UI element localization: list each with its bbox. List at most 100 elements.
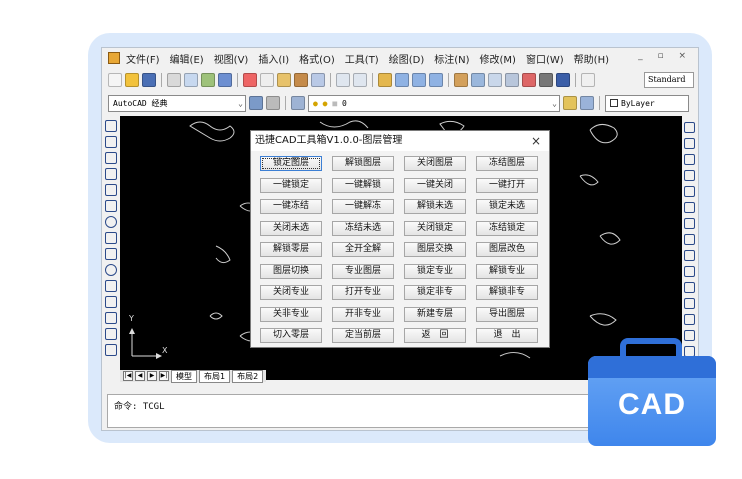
construction-line-icon[interactable] bbox=[105, 136, 117, 148]
set-current-layer-button[interactable]: 定当前层 bbox=[332, 328, 394, 343]
tab-next-button[interactable]: ▶ bbox=[147, 371, 157, 381]
unlock-zero-layer-button[interactable]: 解锁零层 bbox=[260, 242, 322, 257]
menu-help[interactable]: 帮助(H) bbox=[574, 51, 609, 66]
make-block-icon[interactable] bbox=[105, 312, 117, 324]
open-unlock-all-button[interactable]: 全开全解 bbox=[332, 242, 394, 257]
workspace-save-icon[interactable] bbox=[266, 96, 280, 110]
block-editor-icon[interactable] bbox=[311, 73, 325, 87]
text-style-icon[interactable] bbox=[581, 73, 595, 87]
menu-window[interactable]: 窗口(W) bbox=[526, 51, 564, 66]
layer-combo[interactable]: ● ● ■ 0 ⌄ bbox=[308, 94, 560, 112]
move-icon[interactable] bbox=[683, 202, 695, 213]
unlock-unselected-button[interactable]: 解锁未选 bbox=[404, 199, 466, 214]
layer-manager-icon[interactable] bbox=[291, 96, 305, 110]
menu-view[interactable]: 视图(V) bbox=[214, 51, 249, 66]
save-icon[interactable] bbox=[142, 73, 156, 87]
close-locked-button[interactable]: 关闭锁定 bbox=[404, 220, 466, 236]
break-icon[interactable] bbox=[683, 298, 695, 309]
menu-format[interactable]: 格式(O) bbox=[299, 51, 335, 66]
zoom-realtime-icon[interactable] bbox=[395, 73, 409, 87]
new-discipline-layer-button[interactable]: 新建专层 bbox=[404, 306, 466, 322]
tab-layout2[interactable]: 布局2 bbox=[232, 369, 264, 383]
switch-layer-button[interactable]: 图层切换 bbox=[260, 263, 322, 279]
lock-unselected-button[interactable]: 锁定未选 bbox=[476, 199, 538, 214]
menu-modify[interactable]: 修改(M) bbox=[480, 51, 516, 66]
menu-tools[interactable]: 工具(T) bbox=[345, 51, 379, 66]
extend-icon[interactable] bbox=[683, 282, 695, 293]
make-current-icon[interactable] bbox=[563, 96, 577, 110]
tab-model[interactable]: 模型 bbox=[171, 369, 197, 383]
switch-to-zero-layer-button[interactable]: 切入零层 bbox=[260, 328, 322, 343]
properties-icon[interactable] bbox=[454, 73, 468, 87]
thaw-all-button[interactable]: 一键解冻 bbox=[332, 199, 394, 214]
tab-layout1[interactable]: 布局1 bbox=[199, 369, 231, 383]
redo-icon[interactable] bbox=[353, 73, 367, 87]
close-icon[interactable]: × bbox=[531, 131, 541, 151]
zoom-previous-icon[interactable] bbox=[429, 73, 443, 87]
ellipse-icon[interactable] bbox=[105, 264, 117, 276]
close-non-discipline-button[interactable]: 关非专业 bbox=[260, 306, 322, 322]
design-center-icon[interactable] bbox=[471, 73, 485, 87]
tab-last-button[interactable]: ▶| bbox=[159, 371, 169, 381]
open-discipline-button[interactable]: 打开专业 bbox=[332, 285, 394, 300]
freeze-unselected-button[interactable]: 冻结未选 bbox=[332, 220, 394, 236]
polyline-icon[interactable] bbox=[105, 152, 117, 164]
close-unselected-button[interactable]: 关闭未选 bbox=[260, 220, 322, 236]
discipline-layer-button[interactable]: 专业图层 bbox=[332, 263, 394, 279]
match-properties-icon[interactable] bbox=[294, 73, 308, 87]
unlock-discipline-button[interactable]: 解锁专业 bbox=[476, 263, 538, 279]
menu-edit[interactable]: 编辑(E) bbox=[170, 51, 204, 66]
menu-file[interactable]: 文件(F) bbox=[126, 51, 160, 66]
rotate-icon[interactable] bbox=[683, 218, 695, 229]
mirror-icon[interactable] bbox=[683, 154, 695, 165]
linetype-combo[interactable]: ByLayer bbox=[605, 94, 689, 112]
copy-icon[interactable] bbox=[260, 73, 274, 87]
markup-icon[interactable] bbox=[522, 73, 536, 87]
open-all-button[interactable]: 一键打开 bbox=[476, 177, 538, 193]
layer-previous-icon[interactable] bbox=[580, 96, 594, 110]
exit-button[interactable]: 退 出 bbox=[476, 328, 538, 343]
stretch-icon[interactable] bbox=[683, 250, 695, 261]
tab-first-button[interactable]: |◀ bbox=[123, 371, 133, 381]
workspace-settings-icon[interactable] bbox=[249, 96, 263, 110]
point-icon[interactable] bbox=[105, 328, 117, 340]
cut-icon[interactable] bbox=[243, 73, 257, 87]
array-icon[interactable] bbox=[683, 186, 695, 197]
workspace-combo[interactable]: AutoCAD 经典 ⌄ bbox=[108, 94, 246, 112]
offset-icon[interactable] bbox=[683, 170, 695, 181]
polygon-icon[interactable] bbox=[105, 168, 117, 180]
lock-discipline-button[interactable]: 锁定专业 bbox=[404, 263, 466, 279]
spline-icon[interactable] bbox=[105, 248, 117, 260]
text-style-combo[interactable]: Standard bbox=[644, 72, 694, 88]
unlock-all-button[interactable]: 一键解锁 bbox=[332, 177, 394, 193]
close-discipline-button[interactable]: 关闭专业 bbox=[260, 285, 322, 300]
hatch-icon[interactable] bbox=[105, 344, 117, 356]
menu-draw[interactable]: 绘图(D) bbox=[389, 51, 425, 66]
freeze-layer-button[interactable]: 冻结图层 bbox=[476, 156, 538, 171]
rectangle-icon[interactable] bbox=[105, 184, 117, 196]
copy-object-icon[interactable] bbox=[683, 138, 695, 149]
unlock-layer-button[interactable]: 解锁图层 bbox=[332, 156, 394, 171]
freeze-all-button[interactable]: 一键冻结 bbox=[260, 199, 322, 214]
help-icon[interactable] bbox=[556, 73, 570, 87]
undo-icon[interactable] bbox=[336, 73, 350, 87]
swap-layer-button[interactable]: 图层交换 bbox=[404, 242, 466, 257]
scale-icon[interactable] bbox=[683, 234, 695, 245]
line-icon[interactable] bbox=[105, 120, 117, 132]
sheet-set-icon[interactable] bbox=[505, 73, 519, 87]
web-icon[interactable] bbox=[218, 73, 232, 87]
export-layer-button[interactable]: 导出图层 bbox=[476, 306, 538, 322]
new-icon[interactable] bbox=[108, 73, 122, 87]
menu-insert[interactable]: 插入(I) bbox=[258, 51, 289, 66]
publish-icon[interactable] bbox=[201, 73, 215, 87]
close-layer-button[interactable]: 关闭图层 bbox=[404, 156, 466, 171]
menu-dimension[interactable]: 标注(N) bbox=[434, 51, 469, 66]
open-icon[interactable] bbox=[125, 73, 139, 87]
window-controls[interactable]: _ ▫ × bbox=[638, 51, 692, 61]
ellipse-arc-icon[interactable] bbox=[105, 280, 117, 292]
tab-prev-button[interactable]: ◀ bbox=[135, 371, 145, 381]
arc-icon[interactable] bbox=[105, 200, 117, 212]
unlock-non-discipline-button[interactable]: 解锁非专 bbox=[476, 285, 538, 300]
lock-all-button[interactable]: 一键锁定 bbox=[260, 177, 322, 193]
chamfer-icon[interactable] bbox=[683, 314, 695, 325]
